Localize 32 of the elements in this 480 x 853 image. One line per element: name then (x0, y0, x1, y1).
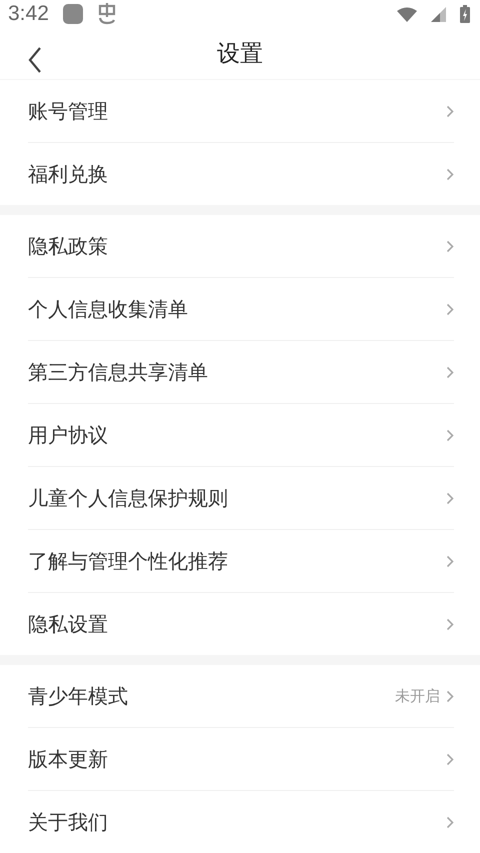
chevron-right-icon (446, 302, 454, 316)
chevron-right-icon (446, 492, 454, 504)
wifi-icon (397, 6, 417, 22)
chevron-right-icon (446, 366, 454, 378)
settings-item[interactable]: 儿童个人信息保护规则 (28, 484, 446, 512)
settings-item[interactable]: 隐私设置 (28, 610, 446, 638)
settings-item[interactable]: 账号管理 (28, 98, 446, 124)
back-icon (28, 47, 42, 74)
settings-item[interactable]: 版本更新 (28, 746, 446, 772)
app-icon (62, 4, 83, 24)
settings-item[interactable]: 第三方信息共享清单 (28, 358, 446, 386)
chevron-right-icon (446, 428, 454, 442)
battery-icon (460, 5, 470, 24)
settings-item[interactable]: 隐私政策 (28, 232, 446, 260)
settings-item[interactable]: 青少年模式 (28, 682, 395, 710)
settings-item[interactable]: 用户协议 (28, 422, 446, 448)
chevron-right-icon (446, 618, 454, 630)
page-title: 设置 (217, 40, 263, 70)
chevron-right-icon (446, 168, 454, 180)
chevron-right-icon (446, 240, 454, 252)
settings-item[interactable]: 福利兑换 (28, 160, 446, 188)
chevron-right-icon (446, 554, 454, 568)
status-time: 3:42 (8, 2, 49, 26)
chevron-right-icon (446, 816, 454, 828)
setting-value: 未开启 (395, 686, 440, 706)
chevron-right-icon (446, 690, 454, 702)
settings-item[interactable]: 关于我们 (28, 808, 446, 836)
chevron-right-icon (446, 104, 454, 118)
signal-icon (431, 6, 446, 22)
chevron-right-icon (446, 752, 454, 766)
settings-item[interactable]: 个人信息收集清单 (28, 296, 446, 322)
settings-item[interactable]: 了解与管理个性化推荐 (28, 548, 446, 574)
